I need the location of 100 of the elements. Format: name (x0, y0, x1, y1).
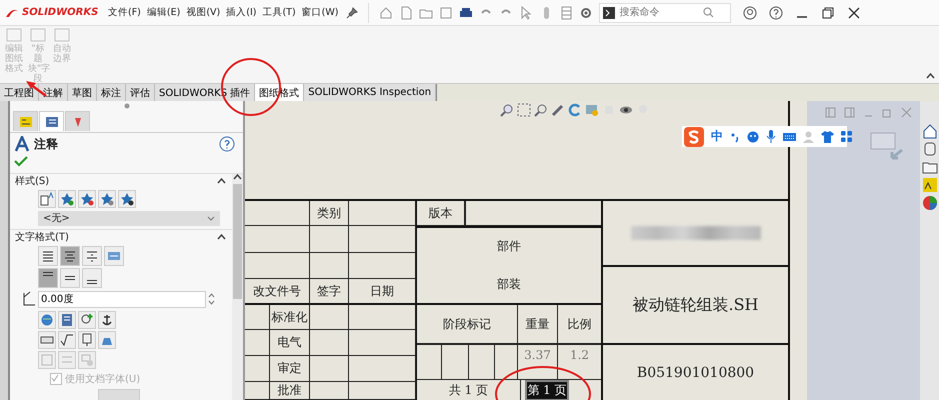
table-cell: 电气 (270, 330, 310, 356)
punctuation-icon[interactable] (730, 130, 740, 142)
table-cell (495, 345, 518, 380)
justify-button[interactable] (38, 246, 58, 266)
tab[interactable]: 草图 (68, 84, 97, 101)
appearance-icon[interactable] (922, 195, 938, 211)
s-logo-icon[interactable] (684, 126, 704, 146)
link-icon (80, 352, 94, 367)
restore-icon[interactable] (821, 6, 836, 20)
search-box[interactable]: 搜索命令 (599, 2, 732, 22)
menu-item[interactable]: 插入(I) (226, 6, 256, 19)
view-palette-icon[interactable] (922, 177, 938, 193)
table-cell: 标准化 (270, 305, 310, 330)
menu-item[interactable]: 工具(T) (262, 6, 296, 19)
anchor-button[interactable] (98, 310, 116, 329)
table-cell (349, 226, 416, 253)
text-frame-button[interactable] (78, 330, 96, 349)
panel-tab[interactable] (13, 111, 38, 131)
menu-item[interactable]: 窗口(W) (302, 6, 338, 19)
balloon-button[interactable] (78, 310, 96, 329)
tab[interactable]: 工程图 (0, 84, 39, 101)
pen-icon[interactable] (551, 103, 565, 117)
help-icon[interactable] (219, 136, 235, 152)
justify-button[interactable] (82, 246, 102, 266)
table-cell: 部装 (497, 276, 521, 293)
table-cell: 审定 (270, 356, 310, 382)
grid-icon[interactable] (841, 131, 852, 142)
border-icon (54, 28, 70, 42)
cylinder-icon[interactable] (922, 141, 938, 157)
search-icon[interactable] (703, 7, 714, 18)
text-frame-icon (80, 332, 94, 347)
zoom-area-icon[interactable] (517, 103, 531, 117)
table-cell (310, 305, 349, 330)
table-cell (245, 201, 310, 226)
help-icon[interactable] (769, 6, 784, 20)
rotate-icon[interactable] (568, 103, 582, 117)
table-cell: 版本 (417, 201, 466, 226)
table-cell (245, 330, 270, 356)
emoji-icon[interactable] (747, 130, 759, 142)
close-icon[interactable] (847, 6, 862, 20)
table-cell: 批准 (270, 382, 310, 400)
section-title: 文字格式(T) (15, 230, 69, 244)
table-cell[interactable]: 第 1 页 (525, 380, 569, 400)
menu-item[interactable]: 文件(F) (108, 6, 141, 19)
table-cell (349, 305, 416, 330)
print-icon[interactable] (459, 6, 474, 20)
save-icon[interactable] (439, 6, 454, 20)
settings-icon[interactable] (579, 6, 594, 20)
menu-item[interactable]: 视图(V) (186, 6, 220, 19)
pointer-icon[interactable] (519, 6, 534, 20)
vertical-align-button[interactable] (38, 268, 58, 288)
justify-button[interactable] (60, 246, 80, 266)
home-icon[interactable] (922, 123, 938, 139)
table-cell (310, 330, 349, 356)
table-cell (310, 356, 349, 382)
grip-icon[interactable] (124, 103, 130, 109)
vertical-align-button[interactable] (82, 268, 102, 288)
root-button[interactable] (58, 330, 76, 349)
tab[interactable]: 标注 (97, 84, 126, 101)
angle-field[interactable]: 0.00度 (38, 290, 206, 308)
load-style-button[interactable] (118, 190, 136, 208)
globe-button[interactable] (38, 310, 56, 329)
panel-tab[interactable] (39, 111, 64, 131)
table-cell (469, 345, 495, 380)
zoom-icon[interactable] (500, 103, 514, 117)
delete-style-button[interactable] (78, 190, 96, 208)
table-icon[interactable] (559, 6, 574, 20)
caret-icon[interactable] (926, 73, 935, 79)
spinner-icon[interactable] (208, 292, 215, 306)
style-dropdown[interactable]: <无> (38, 210, 220, 226)
anchor-icon (100, 312, 114, 327)
user-icon[interactable] (743, 6, 758, 20)
confirm-icon[interactable] (14, 155, 28, 167)
style-button[interactable] (38, 190, 56, 208)
microphone-icon[interactable] (766, 130, 776, 143)
input-mode-toggle[interactable]: 中 (711, 128, 723, 145)
tab[interactable]: 评估 (126, 84, 155, 101)
drawing-title: 被动链轮组装.SH (603, 267, 788, 345)
table-cell: 重量 (518, 305, 558, 345)
scrollbar[interactable] (232, 174, 243, 400)
align-icon (65, 276, 75, 280)
load-style-icon (120, 192, 134, 206)
save-style-button[interactable] (98, 190, 116, 208)
vertical-align-button[interactable] (60, 268, 80, 288)
search-field[interactable]: 搜索命令 (619, 7, 700, 18)
keyboard-icon[interactable] (783, 132, 796, 142)
table-cell (349, 382, 416, 400)
tab[interactable]: SOLIDWORKS Inspection (304, 84, 436, 101)
add-style-button[interactable] (58, 190, 76, 208)
shirt-icon[interactable] (821, 130, 834, 142)
symbol-button[interactable] (38, 330, 56, 349)
caret-icon[interactable] (217, 234, 226, 240)
document-icon[interactable] (399, 6, 414, 20)
note-button[interactable] (58, 310, 76, 329)
panel-tab[interactable] (65, 111, 90, 131)
zoom-icon[interactable] (534, 103, 548, 117)
menu-item[interactable]: 编辑(E) (146, 6, 180, 19)
table-cell (310, 382, 349, 400)
table-cell (310, 226, 349, 253)
pin-icon[interactable] (346, 6, 358, 18)
